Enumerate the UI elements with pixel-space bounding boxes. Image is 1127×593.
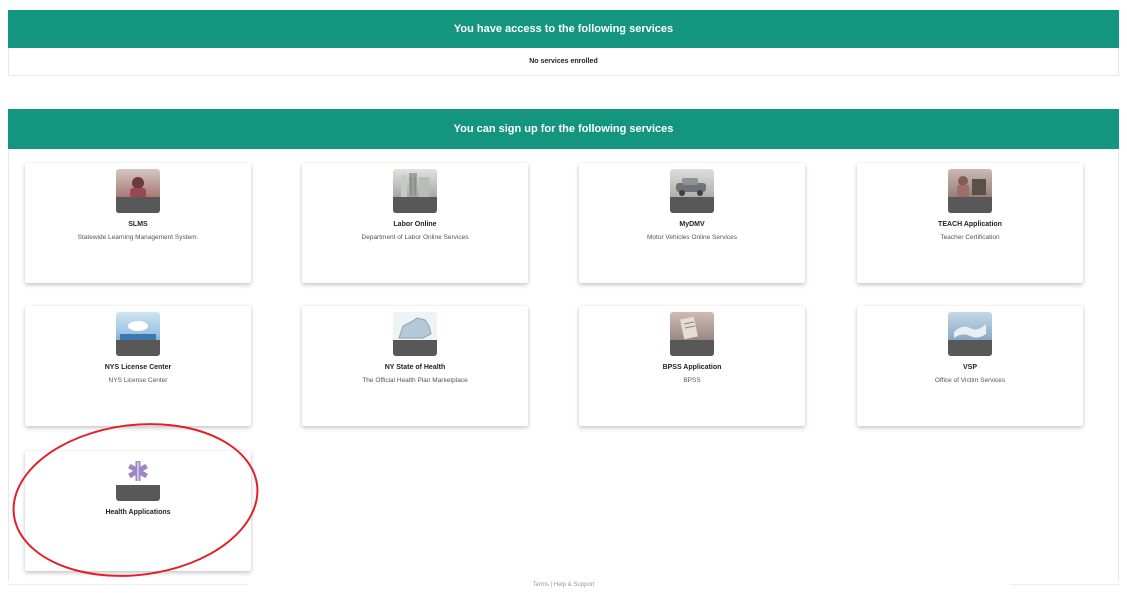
- service-card-mydmv[interactable]: MyDMV Motor Vehicles Online Services: [579, 163, 805, 283]
- classroom-photo-icon: [948, 169, 992, 213]
- service-card-labor-online[interactable]: Labor Online Department of Labor Online …: [302, 163, 528, 283]
- service-description: Office of Victim Services: [934, 377, 1006, 384]
- service-card-slms[interactable]: SLMS Statewide Learning Management Syste…: [25, 163, 251, 283]
- access-panel-header: You have access to the following service…: [8, 10, 1119, 48]
- service-description: The Official Health Plan Marketplace: [362, 377, 468, 384]
- service-card-nys-license-center[interactable]: NYS License Center NYS License Center: [25, 306, 251, 426]
- service-title: Health Applications: [105, 509, 171, 516]
- signup-panel-header: You can sign up for the following servic…: [8, 109, 1119, 149]
- service-card-ny-state-of-health[interactable]: NY State of Health The Official Health P…: [302, 306, 528, 426]
- service-card-grid: SLMS Statewide Learning Management Syste…: [8, 149, 1119, 581]
- service-description: Motor Vehicles Online Services: [647, 234, 737, 241]
- access-panel: You have access to the following service…: [8, 10, 1119, 76]
- service-title: VSP: [962, 364, 977, 371]
- service-title: NY State of Health: [384, 364, 446, 371]
- service-title: BPSS Application: [662, 364, 722, 371]
- landscape-photo-icon: [116, 312, 160, 356]
- star-of-life-icon: [116, 457, 160, 501]
- footer-text: Terms | Help & Support: [532, 581, 595, 588]
- document-photo-icon: [670, 312, 714, 356]
- new-york-map-icon: [393, 312, 437, 356]
- car-photo-icon: [670, 169, 714, 213]
- service-title: SLMS: [128, 221, 148, 228]
- building-photo-icon: [393, 169, 437, 213]
- footer: Terms | Help & Support: [0, 576, 1127, 593]
- service-description: Department of Labor Online Services: [361, 234, 469, 241]
- service-card-bpss-application[interactable]: BPSS Application BPSS: [579, 306, 805, 426]
- service-card-vsp[interactable]: VSP Office of Victim Services: [857, 306, 1083, 426]
- handshake-photo-icon: [948, 312, 992, 356]
- signup-panel: You can sign up for the following servic…: [8, 109, 1119, 581]
- service-card-health-applications[interactable]: Health Applications: [25, 451, 251, 571]
- no-services-message: No services enrolled: [8, 48, 1119, 76]
- person-at-desk-photo-icon: [116, 169, 160, 213]
- service-description: Statewide Learning Management System.: [77, 234, 199, 241]
- service-title: NYS License Center: [104, 364, 172, 371]
- service-description: NYS License Center: [108, 377, 168, 384]
- service-description: Teacher Certification: [940, 234, 1000, 241]
- service-title: TEACH Application: [938, 221, 1002, 228]
- service-title: Labor Online: [393, 221, 437, 228]
- service-title: MyDMV: [679, 221, 705, 228]
- service-card-teach-application[interactable]: TEACH Application Teacher Certification: [857, 163, 1083, 283]
- service-description: BPSS: [683, 377, 701, 384]
